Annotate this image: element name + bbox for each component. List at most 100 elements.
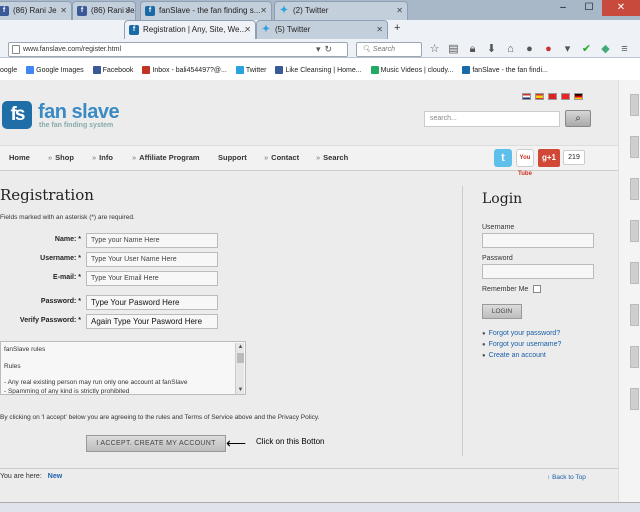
nav-info[interactable]: » Info xyxy=(92,153,113,162)
checkmark-icon[interactable]: ✔ xyxy=(580,42,593,56)
bullet-icon: ● xyxy=(482,353,486,359)
login-password-field[interactable] xyxy=(482,264,594,279)
annotation-text: Click on this Botton xyxy=(256,437,325,446)
flag-spain-icon[interactable] xyxy=(535,93,544,100)
bookmark-fanslave[interactable]: fanSlave - the fan findi... xyxy=(462,66,548,74)
language-flags xyxy=(522,93,583,100)
browser-search-input[interactable]: 🔍︎ Search xyxy=(356,42,422,57)
puzzle-icon[interactable]: ◆ xyxy=(599,42,612,56)
close-tab-icon[interactable]: ✕ xyxy=(260,2,267,20)
bookmark-twitter[interactable]: Twitter xyxy=(235,66,266,74)
fanslave-icon: f xyxy=(129,25,139,35)
bookmark-google-images[interactable]: Google Images xyxy=(26,66,84,74)
twitter-icon[interactable]: t xyxy=(494,149,512,167)
twitter-icon: ✦ xyxy=(279,5,289,16)
site-search-button[interactable]: ⌕ xyxy=(565,110,591,127)
window-scrollbar[interactable] xyxy=(618,80,640,512)
username-label: Username: * xyxy=(40,255,81,262)
scroll-up-icon[interactable]: ▲ xyxy=(237,343,244,351)
login-username-label: Username xyxy=(482,224,515,231)
bookmark-gmail[interactable]: Inbox - bali454497?@... xyxy=(142,66,227,74)
google-plus-button[interactable]: g+1 xyxy=(538,149,560,167)
email-label: E-mail: * xyxy=(52,274,81,281)
nav-affiliate-program[interactable]: » Affiliate Program xyxy=(132,153,200,162)
login-button[interactable]: LOGIN xyxy=(482,304,522,319)
dropdown-icon[interactable]: ▾ xyxy=(316,44,325,54)
flag-uk-icon[interactable] xyxy=(522,93,531,100)
close-tab-icon[interactable]: ✕ xyxy=(124,2,131,20)
close-tab-icon[interactable]: ✕ xyxy=(376,21,383,39)
create-account-button[interactable]: I ACCEPT. CREATE MY ACCOUNT xyxy=(86,435,226,452)
lock-icon[interactable]: 🔒︎ xyxy=(466,42,479,56)
tab-twitter-2[interactable]: ✦ (2) Twitter ✕ xyxy=(274,1,408,20)
tab-fanslave[interactable]: f fanSlave - the fan finding s... ✕ xyxy=(140,1,272,20)
nav-home[interactable]: Home xyxy=(9,153,30,162)
username-field[interactable]: Type Your User Name Here xyxy=(86,252,218,267)
site-search-input[interactable]: search... xyxy=(424,111,560,127)
forgot-username-link[interactable]: ● Forgot your username? xyxy=(482,341,561,348)
password-field[interactable]: Type Your Pasword Here xyxy=(86,295,218,310)
google-plus-count: 219 xyxy=(563,150,585,165)
download-icon[interactable]: ⬇ xyxy=(485,42,498,56)
flag-china-icon[interactable] xyxy=(548,93,557,100)
close-tab-icon[interactable]: ✕ xyxy=(244,21,251,39)
music-icon xyxy=(370,66,379,74)
nav-shop[interactable]: » Shop xyxy=(48,153,74,162)
password-label: Password: * xyxy=(40,298,81,305)
rules-textarea[interactable]: fanSlave rules Rules - Any real existing… xyxy=(0,341,246,395)
back-to-top-link[interactable]: ↑ Back to Top xyxy=(547,474,586,481)
flag-germany-icon[interactable] xyxy=(574,93,583,100)
nav-support[interactable]: Support xyxy=(218,153,247,162)
footer-divider xyxy=(0,468,618,469)
flag-turkey-icon[interactable] xyxy=(561,93,570,100)
bookmarks-bar: oogle Google Images Facebook Inbox - bal… xyxy=(0,63,640,77)
search-icon: ⌕ xyxy=(575,113,581,124)
menu-icon[interactable]: ≡ xyxy=(618,42,631,56)
reload-icon[interactable]: ↻ xyxy=(325,44,337,54)
terms-agreement: By clicking on 'I accept' below you are … xyxy=(0,414,320,421)
window-controls: – ☐ ✕ xyxy=(550,0,640,16)
scroll-thumb[interactable] xyxy=(237,353,244,363)
login-username-field[interactable] xyxy=(482,233,594,248)
bookmark-facebook[interactable]: Facebook xyxy=(92,66,133,74)
name-field[interactable]: Type your Name Here xyxy=(86,233,218,248)
facebook-icon: f xyxy=(77,6,87,16)
minimize-icon[interactable]: – xyxy=(550,0,576,16)
verify-password-field[interactable]: Again Type Your Pasword Here xyxy=(86,314,218,329)
tab-registration[interactable]: f Registration | Any, Site, We... ✕ xyxy=(124,20,256,39)
star-icon[interactable]: ☆ xyxy=(428,42,441,56)
reading-list-icon[interactable]: ▤ xyxy=(447,42,460,56)
url-bar[interactable]: www.fanslave.com/register.html xyxy=(8,42,348,57)
new-tab-button[interactable]: + xyxy=(394,22,400,34)
remember-me-checkbox[interactable] xyxy=(533,285,541,293)
nav-search[interactable]: » Search xyxy=(316,153,348,162)
close-window-icon[interactable]: ✕ xyxy=(602,0,640,16)
forgot-password-link[interactable]: ● Forgot your password? xyxy=(482,330,560,337)
create-account-link[interactable]: ● Create an account xyxy=(482,352,546,359)
bookmark-google[interactable]: oogle xyxy=(0,67,17,74)
tab-facebook-1[interactable]: f (86) Rani Je ✕ xyxy=(0,1,72,20)
dropdown-icon[interactable]: ▾ xyxy=(561,42,574,56)
browser-tool-icons: ☆ ▤ 🔒︎ ⬇ ⌂ ● ● ▾ ✔ ◆ ≡ xyxy=(428,42,631,56)
bookmark-music-videos[interactable]: Music Videos | cloudy... xyxy=(370,66,453,74)
tab-facebook-2[interactable]: f (86) Rani Je ✕ xyxy=(72,1,136,20)
home-icon[interactable]: ⌂ xyxy=(504,42,517,56)
bookmark-like-cleansing[interactable]: Like Cleansing | Home... xyxy=(275,66,362,74)
addon-icon[interactable]: ● xyxy=(542,42,555,56)
rules-scrollbar[interactable]: ▲ ▼ xyxy=(235,343,244,394)
breadcrumb-new-link[interactable]: New xyxy=(48,473,62,480)
scroll-down-icon[interactable]: ▼ xyxy=(237,386,244,394)
login-title: Login xyxy=(482,191,523,207)
tab-twitter-5[interactable]: ✦ (5) Twitter ✕ xyxy=(256,20,388,39)
nav-contact[interactable]: » Contact xyxy=(264,153,299,162)
maximize-icon[interactable]: ☐ xyxy=(576,0,602,16)
facebook-icon xyxy=(275,66,284,74)
email-field[interactable]: Type Your Email Here xyxy=(86,271,218,286)
arrow-icon: » xyxy=(92,153,97,162)
youtube-icon[interactable]: You Tube xyxy=(516,149,534,177)
fanslave-icon xyxy=(462,66,471,74)
chat-icon[interactable]: ● xyxy=(523,42,536,56)
close-tab-icon[interactable]: ✕ xyxy=(60,2,67,20)
close-tab-icon[interactable]: ✕ xyxy=(396,2,403,20)
gmail-icon xyxy=(142,66,151,74)
